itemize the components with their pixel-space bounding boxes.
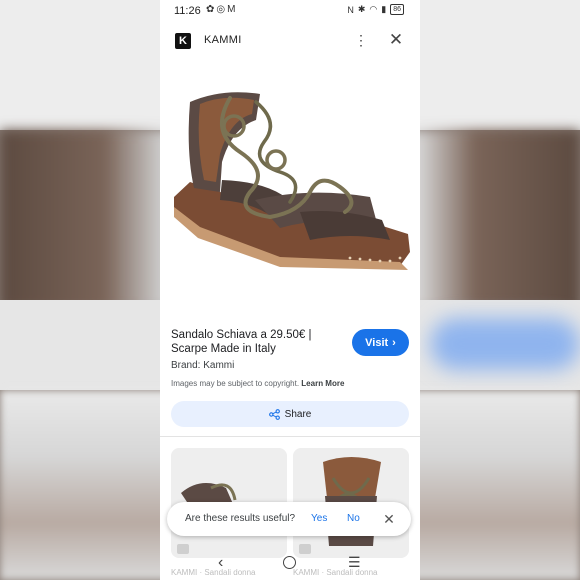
notification-icons: ✿◎M	[206, 4, 238, 15]
recents-icon[interactable]: ☰	[348, 554, 361, 571]
feedback-no-button[interactable]: No	[347, 513, 360, 524]
visit-button[interactable]: Visit ›	[352, 329, 409, 356]
share-label: Share	[284, 408, 312, 420]
status-time: 11:26	[174, 5, 201, 17]
close-icon[interactable]: ✕	[386, 29, 406, 51]
site-name: KAMMI	[204, 34, 242, 46]
product-image[interactable]	[160, 62, 420, 300]
chevron-right-icon: ›	[392, 336, 396, 349]
nfc-icon: N	[347, 4, 354, 15]
site-logo: K	[175, 33, 191, 49]
feedback-toast: Are these results useful? Yes No ✕	[167, 502, 411, 536]
status-bar: 11:26 ✿◎M N ✱ ◠ ▮ 86	[160, 0, 420, 22]
system-nav-bar: ‹ ☰	[160, 552, 420, 576]
top-bar: K KAMMI ⋮ ✕	[160, 28, 420, 54]
product-brand: Brand: Kammi	[171, 360, 235, 371]
feedback-question: Are these results useful?	[185, 513, 296, 524]
learn-more-link[interactable]: Learn More	[301, 379, 344, 388]
bluetooth-icon: ✱	[357, 4, 366, 14]
copyright-notice: Images may be subject to copyright. Lear…	[171, 379, 344, 388]
product-title[interactable]: Sandalo Schiava a 29.50€ | Scarpe Made i…	[171, 328, 343, 356]
feedback-yes-button[interactable]: Yes	[311, 513, 327, 524]
battery-icon: 86	[390, 4, 404, 15]
copyright-text: Images may be subject to copyright.	[171, 379, 300, 388]
wifi-icon: ◠	[369, 4, 378, 14]
share-button[interactable]: Share	[171, 401, 409, 427]
visit-label: Visit	[365, 336, 389, 349]
phone-screen: 11:26 ✿◎M N ✱ ◠ ▮ 86 K KAMMI ⋮ ✕ Sandalo…	[160, 0, 420, 580]
share-icon	[268, 408, 280, 420]
close-icon[interactable]: ✕	[379, 508, 399, 530]
signal-icon: ▮	[381, 4, 387, 14]
back-icon[interactable]: ‹	[218, 554, 223, 572]
system-icons: N ✱ ◠ ▮ 86	[347, 4, 404, 15]
home-icon[interactable]	[283, 556, 296, 569]
section-divider	[160, 436, 420, 437]
more-vert-icon[interactable]: ⋮	[354, 30, 368, 50]
